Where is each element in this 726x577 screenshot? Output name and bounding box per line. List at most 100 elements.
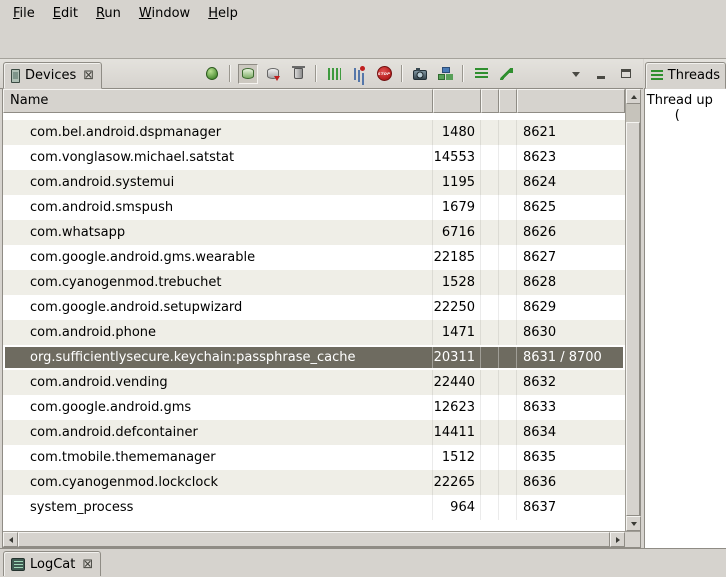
column-header-col1[interactable] <box>433 89 481 113</box>
tab-devices-label: Devices <box>25 68 76 83</box>
menu-run[interactable]: Run <box>87 3 130 24</box>
process-row[interactable]: com.vonglasow.michael.satstat145538623 <box>3 145 625 170</box>
cause-gc-icon[interactable] <box>288 64 308 84</box>
scroll-right-button[interactable] <box>610 532 625 547</box>
process-name: com.android.phone <box>3 320 433 345</box>
process-s2 <box>499 445 517 470</box>
process-row[interactable]: com.google.android.gms126238633 <box>3 395 625 420</box>
process-s1 <box>481 245 499 270</box>
process-port: 8626 <box>517 220 625 245</box>
menu-help[interactable]: Help <box>199 3 247 24</box>
process-row[interactable]: system_process964 8637 <box>3 495 625 520</box>
process-s1 <box>481 195 499 220</box>
up-arrow-icon <box>631 95 637 99</box>
process-row[interactable]: com.cyanogenmod.trebuchet15288628 <box>3 270 625 295</box>
process-row[interactable]: com.android.defcontainer144118634 <box>3 420 625 445</box>
maximize-view-icon[interactable] <box>616 64 636 84</box>
toolbar-gap <box>521 73 561 74</box>
process-name: com.google.android.setupwizard <box>3 295 433 320</box>
stop-process-icon[interactable] <box>374 64 394 84</box>
process-port: 8631 / 8700 <box>517 345 625 370</box>
start-method-profiling-icon[interactable] <box>349 64 369 84</box>
menu-window[interactable]: Window <box>130 3 199 24</box>
tab-threads[interactable]: Threads <box>645 62 726 89</box>
process-port: 8625 <box>517 195 625 220</box>
capture-system-info-icon[interactable] <box>471 64 491 84</box>
scroll-left-button[interactable] <box>3 532 18 547</box>
scrollbar-corner <box>625 531 640 547</box>
start-opengl-trace-icon[interactable] <box>496 64 516 84</box>
scroll-down-button[interactable] <box>626 516 641 531</box>
column-header-name[interactable]: Name <box>3 89 433 113</box>
process-s1 <box>481 370 499 395</box>
menu-edit[interactable]: Edit <box>44 3 87 24</box>
tab-devices[interactable]: Devices ⊠ <box>3 62 102 89</box>
process-row[interactable]: com.android.vending224408632 <box>3 370 625 395</box>
threads-message-line1: Thread up <box>647 93 724 108</box>
debug-process-icon[interactable] <box>202 64 222 84</box>
process-pid: 1471 <box>433 320 481 345</box>
vertical-scroll-thumb[interactable] <box>626 122 640 516</box>
process-s1 <box>481 270 499 295</box>
update-heap-icon[interactable] <box>238 64 258 84</box>
process-pid: 12623 <box>433 395 481 420</box>
process-s1 <box>481 470 499 495</box>
process-port: 8629 <box>517 295 625 320</box>
process-row[interactable]: org.sufficientlysecure.keychain:passphra… <box>3 345 625 370</box>
process-row[interactable]: com.tmobile.thememanager15128635 <box>3 445 625 470</box>
vertical-scroll-track[interactable] <box>626 104 640 122</box>
minimize-view-icon[interactable] <box>591 64 611 84</box>
close-tab-icon[interactable]: ⊠ <box>83 69 94 82</box>
process-pid: 14553 <box>433 145 481 170</box>
vertical-scrollbar[interactable] <box>625 89 640 531</box>
process-s2 <box>499 145 517 170</box>
process-row[interactable]: com.android.smspush16798625 <box>3 195 625 220</box>
process-row[interactable]: com.cyanogenmod.lockclock222658636 <box>3 470 625 495</box>
process-port: 8632 <box>517 370 625 395</box>
process-port: 8627 <box>517 245 625 270</box>
column-header-col4[interactable] <box>517 89 625 113</box>
process-s2 <box>499 470 517 495</box>
process-row[interactable]: com.google.android.gms.wearable221858627 <box>3 245 625 270</box>
process-port: 8624 <box>517 170 625 195</box>
horizontal-scrollbar[interactable] <box>3 531 625 547</box>
update-threads-icon[interactable] <box>324 64 344 84</box>
process-row[interactable]: com.android.systemui11958624 <box>3 170 625 195</box>
column-header-col2[interactable] <box>481 89 499 113</box>
dump-hprof-icon[interactable] <box>263 64 283 84</box>
column-header-col3[interactable] <box>499 89 517 113</box>
process-name: system_process <box>3 495 433 520</box>
threads-panel: Threads Thread up ( <box>644 59 726 548</box>
process-port: 8636 <box>517 470 625 495</box>
devices-panel: Devices ⊠ Name com.bel.android.dspmanage… <box>0 59 643 548</box>
tab-logcat[interactable]: LogCat ⊠ <box>3 551 101 576</box>
process-row[interactable]: com.whatsapp67168626 <box>3 220 625 245</box>
screen-capture-icon[interactable] <box>410 64 430 84</box>
view-menu-icon[interactable] <box>566 64 586 84</box>
down-arrow-icon <box>631 522 637 526</box>
process-pid: 1480 <box>433 120 481 145</box>
devices-table-body: com.bel.android.dspmanager14808621com.vo… <box>3 113 625 531</box>
process-name: org.sufficientlysecure.keychain:passphra… <box>3 345 433 370</box>
process-pid: 14411 <box>433 420 481 445</box>
tab-threads-label: Threads <box>668 68 720 83</box>
horizontal-scroll-thumb[interactable] <box>18 532 610 547</box>
scroll-up-button[interactable] <box>626 89 641 104</box>
process-port: 8637 <box>517 495 625 520</box>
close-tab-icon[interactable]: ⊠ <box>82 558 93 571</box>
process-port: 8635 <box>517 445 625 470</box>
process-row[interactable]: com.google.android.setupwizard222508629 <box>3 295 625 320</box>
dump-view-hierarchy-icon[interactable] <box>435 64 455 84</box>
process-pid: 964 <box>433 495 481 520</box>
process-row[interactable]: com.bel.android.dspmanager14808621 <box>3 120 625 145</box>
process-name: com.google.android.gms <box>3 395 433 420</box>
menu-file[interactable]: File <box>4 3 44 24</box>
device-icon <box>11 69 20 83</box>
process-name: com.android.defcontainer <box>3 420 433 445</box>
toolbar-separator <box>462 65 464 82</box>
devices-tabbar: Devices ⊠ <box>0 59 643 89</box>
process-name: com.cyanogenmod.lockclock <box>3 470 433 495</box>
process-row[interactable]: com.android.phone14718630 <box>3 320 625 345</box>
tab-logcat-label: LogCat <box>30 557 75 572</box>
ddms-window: { "menu": { "items": ["File", "Edit", "R… <box>0 0 726 577</box>
